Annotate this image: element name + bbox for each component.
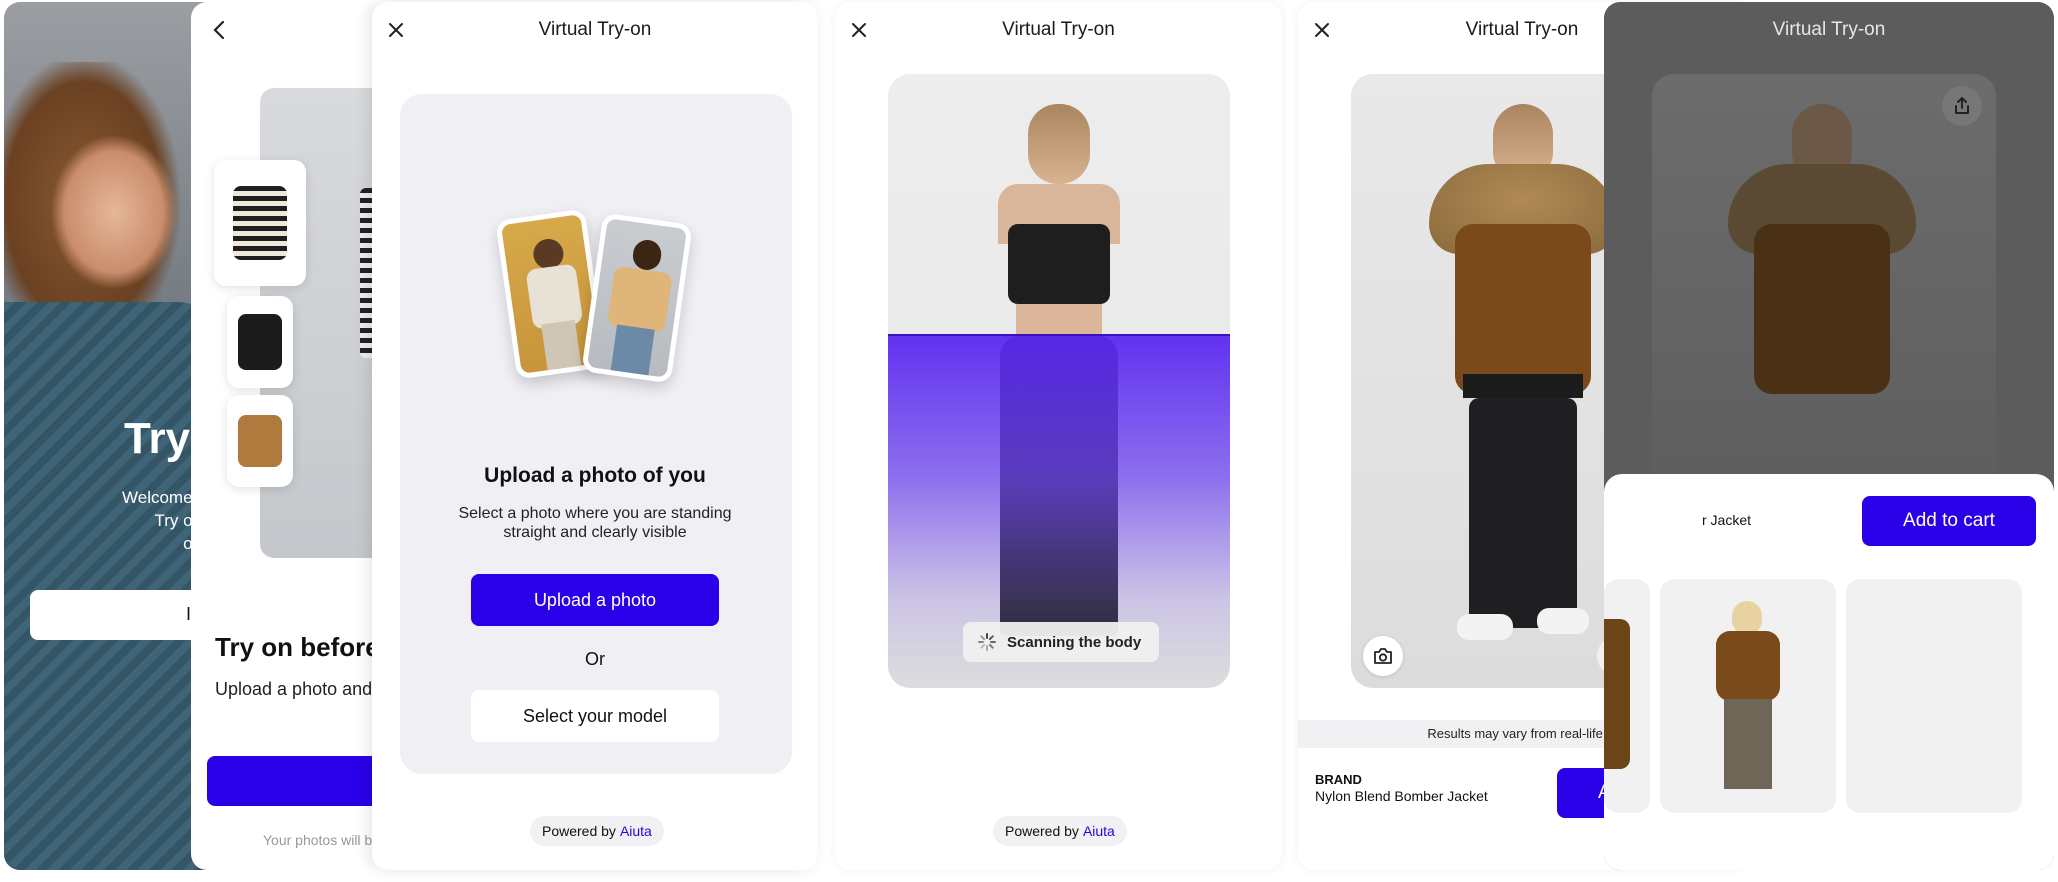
hero-subtitle-line: Welcome t (122, 488, 202, 507)
generation-card[interactable] (1846, 579, 2022, 813)
camera-swap-icon (1374, 648, 1392, 664)
intro-heading: Try on before (215, 632, 380, 662)
share-icon (1955, 97, 1969, 114)
hero-subtitle: Welcome t Try on on (112, 486, 202, 555)
hero-subtitle-line: on (112, 532, 202, 555)
hero-subtitle-line: Try on (154, 511, 202, 530)
powered-by-brand: Aiuta (619, 823, 652, 839)
privacy-note: Your photos will b (263, 832, 373, 848)
share-button[interactable] (1942, 86, 1982, 126)
scanning-status-label: Scanning the body (1007, 633, 1142, 651)
product-name: Nylon Blend Bomber Jacket (1315, 788, 1488, 804)
intro-subheading: Upload a photo and s (215, 679, 387, 699)
add-to-cart-button[interactable]: Add to cart (1862, 496, 2036, 546)
spinner-icon (978, 633, 996, 651)
screen-title: Virtual Try-on (538, 19, 652, 40)
or-divider: Or (585, 649, 605, 669)
hero-title: Try (124, 414, 191, 463)
generation-pants (1724, 699, 1772, 789)
striped-sweater-icon (233, 186, 287, 260)
generation-head (1732, 601, 1762, 635)
generation-card[interactable] (1660, 579, 1836, 813)
generation-preview (1604, 619, 1630, 769)
generations-sheet: r Jacket Add to cart (1604, 474, 2054, 870)
powered-by-label: Powered by (1005, 823, 1079, 839)
photo-legs (609, 324, 655, 382)
photo-legs (541, 319, 583, 377)
powered-by-badge[interactable]: Powered by Aiuta (993, 816, 1127, 846)
scanning-screen: Virtual Try-on Scanning the body Powered… (835, 2, 1282, 870)
thumbnail-bomber-jacket[interactable] (227, 395, 293, 487)
product-brand: BRAND (1315, 772, 1362, 787)
upload-photo-button[interactable]: Upload a photo (471, 574, 719, 626)
powered-by-badge[interactable]: Powered by Aiuta (530, 816, 664, 846)
bomber-jacket (1754, 224, 1890, 394)
upload-screen: Virtual Try-on Upload a photo of you Sel… (372, 2, 818, 870)
sample-photo-man (581, 212, 693, 384)
generation-jacket (1716, 631, 1780, 701)
generations-screen: Virtual Try-on r Jacket Add to cart (1604, 2, 2054, 870)
select-model-button[interactable]: Select your model (471, 690, 719, 742)
screen-title: Virtual Try-on (1002, 19, 1115, 40)
person-head (1028, 104, 1090, 184)
person-leggings (1469, 398, 1577, 628)
right-sneaker (1537, 608, 1589, 634)
upload-description: Select a photo where you are standing st… (458, 505, 732, 541)
bomber-jacket-icon (238, 415, 282, 467)
left-sneaker (1457, 614, 1513, 640)
scan-photo: Scanning the body (888, 74, 1230, 688)
powered-by-brand: Aiuta (1082, 823, 1115, 839)
leather-jacket-icon (238, 314, 282, 370)
person-top (1008, 224, 1110, 304)
screen-title: Virtual Try-on (1772, 19, 1886, 40)
jacket-waistband (1463, 374, 1583, 398)
powered-by-label: Powered by (542, 823, 616, 839)
chevron-left-icon (213, 21, 225, 39)
generation-card[interactable] (1604, 579, 1650, 813)
thumbnail-striped-sweater[interactable] (214, 160, 306, 286)
upload-card (400, 94, 792, 774)
upload-title: Upload a photo of you (484, 464, 706, 487)
change-photo-button[interactable] (1363, 636, 1403, 676)
back-button[interactable] (207, 18, 231, 42)
bomber-jacket (1455, 224, 1591, 394)
scanning-status: Scanning the body (963, 622, 1159, 662)
try-on-result-image-dimmed (1652, 74, 1996, 494)
product-name: r Jacket (1702, 512, 1752, 528)
photo-head (631, 238, 664, 272)
photo-body (606, 265, 673, 334)
thumbnail-leather-jacket[interactable] (227, 296, 293, 388)
